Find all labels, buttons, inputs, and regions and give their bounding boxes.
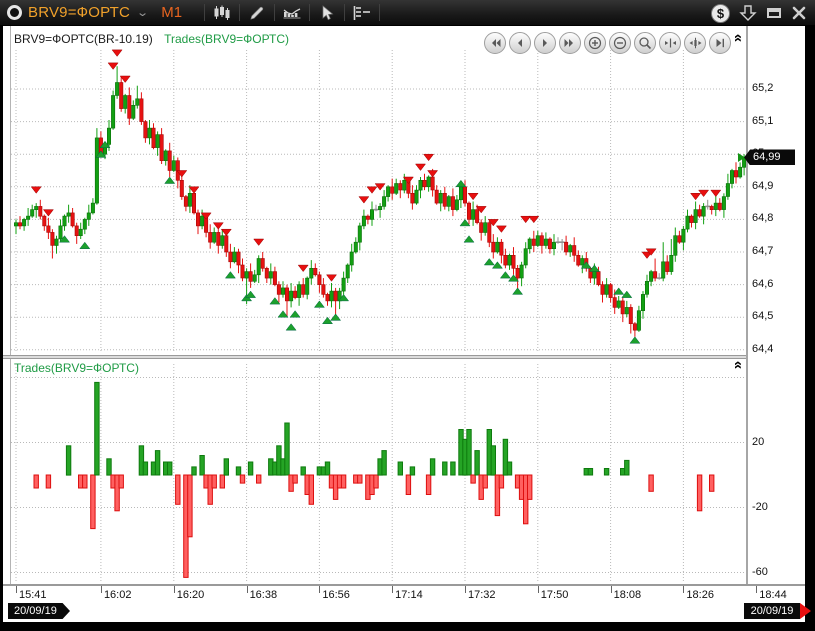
price-tick-label: 64,6 [752,278,773,290]
time-axis[interactable]: 15:41 16:02 16:20 16:38 16:56 17:14 17:32 17:50… [3,586,805,622]
time-tick-mark [392,586,393,593]
time-tick-mark [465,586,466,593]
time-tick-label: 18:08 [614,589,642,601]
time-tick-mark [756,586,757,593]
price-tick-label: 65,2 [752,82,773,94]
toolbar-separator [204,4,205,21]
pencil-icon [249,5,265,21]
price-axis-divider [746,26,748,584]
time-tick-mark [683,586,684,593]
title-bar: BRV9=ФОРТС ⌄ M1 [0,0,815,26]
price-tick-label: 64,7 [752,245,773,257]
volume-tick-label: 20 [752,436,764,448]
time-tick-mark [101,586,102,593]
price-tick-label: 65,1 [752,115,773,127]
date-forward-arrow-icon[interactable] [800,603,811,619]
time-tick-label: 18:44 [759,589,787,601]
time-tick-mark [247,586,248,593]
instrument-status-icon [7,5,22,20]
time-tick-label: 17:50 [541,589,569,601]
price-tick-label: 64,4 [752,343,773,355]
time-tick-mark [611,586,612,593]
levels-icon [352,5,372,21]
chart-client-area: BRV9=ФОРТС(BR-10.19) Trades(BRV9=ФОРТС) [3,26,805,622]
time-tick-label: 15:41 [19,589,47,601]
toolbar-separator [344,4,345,21]
price-tick-label: 64,5 [752,310,773,322]
time-tick-label: 17:14 [395,589,423,601]
trades-volume-chart[interactable] [11,359,746,584]
cursor-icon [320,5,335,21]
indicator-icon [283,5,301,21]
toolbar-separator [239,4,240,21]
time-tick-mark [319,586,320,593]
volume-tick-label: -20 [752,501,768,513]
indicator-button[interactable] [277,2,307,24]
restore-icon[interactable] [766,6,782,20]
close-icon[interactable] [791,6,807,20]
chart-window: BRV9=ФОРТС ⌄ M1 [0,0,815,631]
time-tick-label: 18:26 [686,589,714,601]
date-badge-right: 20/09/19 [744,603,800,619]
time-tick-label: 16:02 [104,589,132,601]
draw-button[interactable] [242,2,272,24]
time-tick-label: 16:38 [250,589,278,601]
last-price-tag: 64,99 [744,149,795,165]
chevron-down-icon[interactable]: ⌄ [136,6,149,19]
time-tick-mark [16,586,17,593]
timeframe-label[interactable]: M1 [161,4,182,21]
symbol-selector[interactable]: BRV9=ФОРТС [28,4,130,21]
levels-button[interactable] [347,2,377,24]
cursor-mode-button[interactable] [312,2,342,24]
volume-tick-label: -60 [752,566,768,578]
toolbar-separator [379,4,380,21]
price-chart[interactable] [11,26,746,355]
chart-style-button[interactable] [207,2,237,24]
price-tick-label: 64,8 [752,212,773,224]
toolbar-separator [274,4,275,21]
date-badge-left: 20/09/19 [8,603,70,619]
dock-down-icon[interactable] [739,4,757,22]
time-tick-label: 17:32 [468,589,496,601]
time-tick-label: 16:56 [322,589,350,601]
candlestick-icon [214,5,231,21]
time-tick-mark [538,586,539,593]
toolbar-separator [309,4,310,21]
time-tick-mark [174,586,175,593]
time-tick-label: 16:20 [177,589,205,601]
price-tick-label: 64,9 [752,180,773,192]
currency-icon[interactable]: $ [711,4,730,23]
